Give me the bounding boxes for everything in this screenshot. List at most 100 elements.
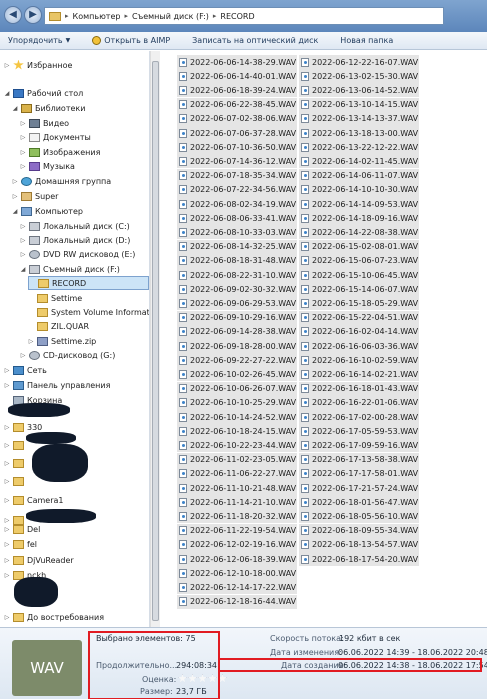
file-item[interactable]: 2022-06-10-10-25-29.WAV	[177, 395, 297, 410]
file-item[interactable]: 2022-06-10-14-24-52.WAV	[177, 410, 297, 424]
file-item[interactable]: 2022-06-09-22-27-22.WAV	[177, 353, 297, 368]
file-item[interactable]: 2022-06-17-17-58-01.WAV	[299, 466, 419, 481]
file-item[interactable]: 2022-06-15-10-06-45.WAV	[299, 268, 419, 282]
nav-local-d[interactable]: ▷ Локальный диск (D:)	[20, 233, 130, 247]
file-item[interactable]: 2022-06-10-22-23-44.WAV	[177, 438, 297, 453]
file-item[interactable]: 2022-06-17-05-59-53.WAV	[299, 424, 419, 439]
file-item[interactable]: 2022-06-08-14-32-25.WAV	[177, 239, 297, 254]
file-item[interactable]: 2022-06-12-22-16-07.WAV	[299, 55, 419, 69]
file-item[interactable]: 2022-06-13-22-12-22.WAV	[299, 140, 419, 155]
nav-favorites[interactable]: ▷ Избранное	[4, 58, 72, 72]
file-item[interactable]: 2022-06-17-02-00-28.WAV	[299, 410, 419, 424]
file-item[interactable]: 2022-06-18-09-55-34.WAV	[299, 523, 419, 538]
file-item[interactable]: 2022-06-12-14-17-22.WAV	[177, 580, 297, 595]
nav-music[interactable]: ▷ Музыка	[20, 159, 75, 173]
breadcrumb-record[interactable]: RECORD	[220, 12, 254, 21]
file-item[interactable]: 2022-06-10-18-24-15.WAV	[177, 424, 297, 439]
nav-camera1[interactable]: ▷ Camera1	[4, 493, 63, 507]
nav-djvureader[interactable]: ▷ DjVuReader	[4, 553, 74, 567]
breadcrumb-computer[interactable]: Компьютер	[73, 12, 121, 21]
file-item[interactable]: 2022-06-15-14-06-07.WAV	[299, 282, 419, 297]
file-item[interactable]: 2022-06-06-22-38-45.WAV	[177, 97, 297, 112]
file-item[interactable]: 2022-06-18-13-54-57.WAV	[299, 537, 419, 552]
file-item[interactable]: 2022-06-13-14-13-37.WAV	[299, 111, 419, 126]
file-item[interactable]: 2022-06-09-10-29-16.WAV	[177, 310, 297, 325]
file-item[interactable]: 2022-06-13-10-14-15.WAV	[299, 97, 419, 112]
file-item[interactable]: 2022-06-15-18-05-29.WAV	[299, 296, 419, 311]
file-item[interactable]: 2022-06-10-02-26-45.WAV	[177, 367, 297, 382]
file-item[interactable]: 2022-06-16-18-01-43.WAV	[299, 381, 419, 396]
file-item[interactable]: 2022-06-16-06-03-36.WAV	[299, 339, 419, 353]
address-bar[interactable]: ▸ Компьютер ▸ Съемный диск (F:) ▸ RECORD	[44, 7, 444, 25]
file-item[interactable]: 2022-06-11-14-21-10.WAV	[177, 495, 297, 510]
file-item[interactable]: 2022-06-12-02-19-16.WAV	[177, 537, 297, 552]
file-item[interactable]: 2022-06-07-06-37-28.WAV	[177, 126, 297, 140]
file-item[interactable]: 2022-06-08-10-33-03.WAV	[177, 225, 297, 240]
file-item[interactable]: 2022-06-09-06-29-53.WAV	[177, 296, 297, 311]
sidebar-scrollbar[interactable]	[150, 51, 160, 627]
scrollbar-thumb[interactable]	[152, 61, 159, 621]
nav-record[interactable]: RECORD	[28, 276, 149, 290]
file-item[interactable]: 2022-06-15-22-04-51.WAV	[299, 310, 419, 325]
nav-fel[interactable]: ▷ fel	[4, 537, 37, 551]
forward-button[interactable]: ▶	[24, 6, 42, 24]
file-item[interactable]: 2022-06-18-17-54-20.WAV	[299, 552, 419, 566]
file-item[interactable]: 2022-06-09-02-30-32.WAV	[177, 282, 297, 297]
file-item[interactable]: 2022-06-08-18-31-48.WAV	[177, 253, 297, 268]
nav-desktop[interactable]: ◢ Рабочий стол	[4, 86, 83, 100]
file-item[interactable]: 2022-06-08-02-34-19.WAV	[177, 197, 297, 211]
file-item[interactable]: 2022-06-11-06-22-27.WAV	[177, 466, 297, 481]
open-aimp-button[interactable]: Открыть в AIMP	[92, 36, 170, 45]
file-item[interactable]: 2022-06-17-21-57-24.WAV	[299, 481, 419, 495]
nav-later[interactable]: ▷ До востребования	[4, 610, 104, 624]
nav-settime[interactable]: Settime	[28, 291, 82, 305]
nav-zil-quar[interactable]: ZIL.QUAR	[28, 319, 89, 333]
file-item[interactable]: 2022-06-18-01-56-47.WAV	[299, 495, 419, 510]
nav-settime-zip[interactable]: ▷ Settime.zip	[28, 334, 96, 348]
file-item[interactable]: 2022-06-14-02-11-45.WAV	[299, 154, 419, 169]
file-item[interactable]: 2022-06-07-14-36-12.WAV	[177, 154, 297, 169]
nav-folder-redacted-3[interactable]: ▷	[4, 474, 24, 488]
file-item[interactable]: 2022-06-06-14-40-01.WAV	[177, 69, 297, 84]
burn-button[interactable]: Записать на оптический диск	[192, 36, 318, 45]
file-item[interactable]: 2022-06-08-22-31-10.WAV	[177, 268, 297, 282]
new-folder-button[interactable]: Новая папка	[340, 36, 393, 45]
nav-documents[interactable]: ▷ Документы	[20, 130, 91, 144]
file-item[interactable]: 2022-06-12-06-18-39.WAV	[177, 552, 297, 566]
nav-removable-f[interactable]: ◢ Съемный диск (F:)	[20, 262, 120, 276]
file-item[interactable]: 2022-06-14-18-09-16.WAV	[299, 211, 419, 226]
file-item[interactable]: 2022-06-16-14-02-21.WAV	[299, 367, 419, 382]
file-item[interactable]: 2022-06-16-02-04-14.WAV	[299, 324, 419, 339]
nav-folder-redacted-2[interactable]: ▷	[4, 456, 24, 470]
file-item[interactable]: 2022-06-09-18-28-00.WAV	[177, 339, 297, 353]
nav-dvd-e[interactable]: ▷ DVD RW дисковод (E:)	[20, 247, 135, 261]
file-item[interactable]: 2022-06-14-14-09-53.WAV	[299, 197, 419, 211]
nav-network[interactable]: ▷ Сеть	[4, 363, 47, 377]
file-item[interactable]: 2022-06-11-18-20-32.WAV	[177, 509, 297, 524]
breadcrumb-removable-drive[interactable]: Съемный диск (F:)	[132, 12, 209, 21]
nav-folder-redacted-1[interactable]: ▷	[4, 438, 24, 452]
file-item[interactable]: 2022-06-07-18-35-34.WAV	[177, 168, 297, 183]
file-item[interactable]: 2022-06-11-22-19-54.WAV	[177, 523, 297, 538]
file-item[interactable]: 2022-06-13-18-13-00.WAV	[299, 126, 419, 140]
nav-local-c[interactable]: ▷ Локальный диск (C:)	[20, 219, 130, 233]
nav-homegroup[interactable]: ▷ Домашняя группа	[12, 174, 111, 188]
file-item[interactable]: 2022-06-07-22-34-56.WAV	[177, 182, 297, 197]
file-item[interactable]: 2022-06-09-14-28-38.WAV	[177, 324, 297, 339]
nav-control-panel[interactable]: ▷ Панель управления	[4, 378, 110, 392]
organize-button[interactable]: Упорядочить ▼	[8, 36, 70, 45]
file-item[interactable]: 2022-06-07-02-38-06.WAV	[177, 111, 297, 126]
file-item[interactable]: 2022-06-08-06-33-41.WAV	[177, 211, 297, 226]
file-item[interactable]: 2022-06-17-13-58-38.WAV	[299, 452, 419, 467]
nav-del[interactable]: ▷ Del	[4, 522, 40, 536]
file-item[interactable]: 2022-06-15-02-08-01.WAV	[299, 239, 419, 254]
file-item[interactable]: 2022-06-13-06-14-52.WAV	[299, 83, 419, 98]
nav-images[interactable]: ▷ Изображения	[20, 145, 100, 159]
nav-super[interactable]: ▷ Super	[12, 189, 58, 203]
file-item[interactable]: 2022-06-10-06-26-07.WAV	[177, 381, 297, 396]
file-item[interactable]: 2022-06-12-18-16-44.WAV	[177, 594, 297, 609]
file-item[interactable]: 2022-06-11-10-21-48.WAV	[177, 481, 297, 495]
file-item[interactable]: 2022-06-14-22-08-38.WAV	[299, 225, 419, 240]
nav-video[interactable]: ▷ Видео	[20, 116, 69, 130]
file-item[interactable]: 2022-06-18-05-56-10.WAV	[299, 509, 419, 524]
